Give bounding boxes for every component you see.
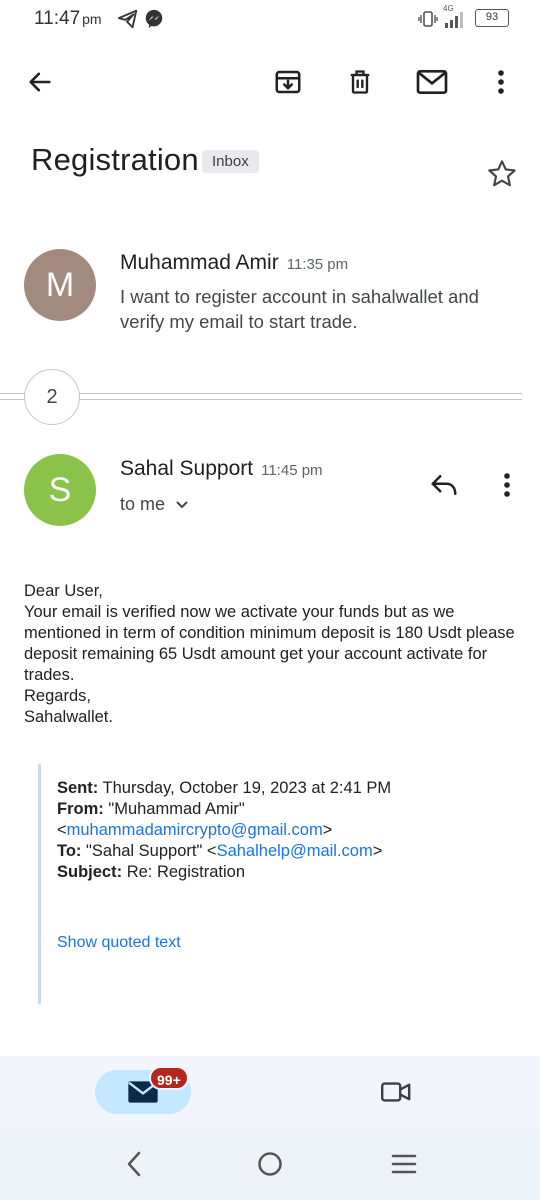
video-camera-icon [381,1082,411,1102]
message-time: 11:35 pm [286,256,349,273]
reply-button[interactable] [424,465,464,505]
system-home-button[interactable] [250,1146,290,1182]
quoted-to-name: "Sahal Support" [86,842,203,860]
star-button[interactable] [486,158,522,194]
system-nav-bar [0,1128,540,1200]
system-recents-button[interactable] [384,1146,424,1182]
sender-name: Sahal Support [120,457,254,480]
sender-name: Muhammad Amir [120,251,279,274]
message-more-button[interactable] [487,465,527,505]
quoted-subject-value: Re: Registration [126,863,245,881]
recipient-label: to me [120,494,166,514]
inbox-label-chip[interactable]: Inbox [202,150,259,173]
telegram-icon [117,8,139,35]
quoted-from-label: From: [57,800,104,818]
toolbar [0,50,540,114]
message-header[interactable]: Muhammad Amir 11:35 pm [120,251,348,275]
battery-level: 93 [485,11,499,23]
delete-button[interactable] [340,62,380,102]
quoted-to-label: To: [57,842,82,860]
body-line: Your email is verified now we activate y… [24,603,515,684]
chevron-down-icon [176,500,188,508]
avatar-letter: M [45,265,75,304]
bottom-nav: 99+ [0,1056,540,1128]
message-snippet[interactable]: I want to register account in sahalwalle… [120,284,520,334]
quoted-header: Sent: Thursday, October 19, 2023 at 2:41… [57,779,392,881]
more-vert-icon [498,70,504,94]
recipient-details-toggle[interactable]: to me [120,494,189,515]
arrow-back-icon [29,72,51,92]
status-bar: 11:47 pm 4G 93 [0,0,540,40]
menu-icon [391,1154,417,1174]
body-line: Regards, [24,687,91,705]
vibrate-icon [418,9,438,34]
quote-bar [38,764,41,1004]
star-icon [488,160,516,187]
email-subject: Registration [31,142,199,177]
collapsed-count: 2 [46,385,58,408]
status-time-ampm: pm [82,11,102,27]
quoted-sent-label: Sent: [57,779,99,797]
messenger-icon [143,8,165,35]
mark-unread-button[interactable] [412,62,452,102]
quoted-from-email-link[interactable]: muhammadamircrypto@gmail.com [67,821,323,839]
show-quoted-text-link[interactable]: Show quoted text [57,934,181,952]
unread-count-badge: 99+ [149,1066,189,1090]
nav-meet-tab[interactable] [376,1074,416,1110]
quoted-sent-value: Thursday, October 19, 2023 at 2:41 PM [102,779,392,797]
body-line: Dear User, [24,582,103,600]
reply-icon [431,475,457,495]
back-button[interactable] [20,62,60,102]
quoted-to-email-link[interactable]: Sahalhelp@mail.com [217,842,373,860]
avatar[interactable]: M [24,249,96,321]
status-time-value: 11:47 [34,8,81,29]
message-time: 11:45 pm [261,462,323,479]
more-vert-icon [504,473,510,497]
trash-icon [350,70,370,94]
quoted-subject-label: Subject: [57,863,123,881]
body-line: Sahalwallet. [24,708,113,726]
more-options-button[interactable] [481,62,521,102]
status-time: 11:47 pm [34,8,102,30]
quoted-from-name: "Muhammad Amir" [108,800,245,818]
signal-icon [443,11,467,34]
battery-icon: 93 [475,9,509,27]
avatar-letter: S [48,470,72,509]
message-body: Dear User, Your email is verified now we… [24,581,524,728]
avatar[interactable]: S [24,454,96,526]
home-circle-icon [258,1152,282,1176]
archive-button[interactable] [268,62,308,102]
archive-icon [275,70,301,94]
mail-icon [416,70,448,94]
system-back-button[interactable] [114,1146,154,1182]
message-header[interactable]: Sahal Support 11:45 pm [120,457,323,481]
chevron-left-icon [127,1151,141,1177]
collapsed-count-button[interactable]: 2 [24,369,80,425]
